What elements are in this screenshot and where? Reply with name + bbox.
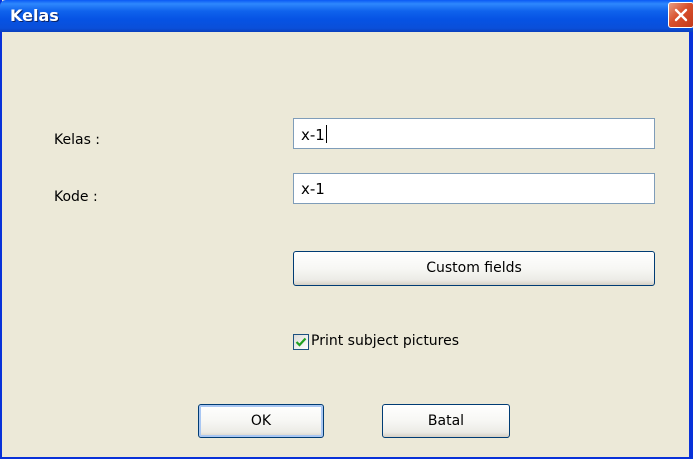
- kode-input[interactable]: x-1: [293, 173, 655, 204]
- print-pictures-label: Print subject pictures: [311, 333, 460, 349]
- kode-input-value: x-1: [301, 180, 325, 198]
- custom-fields-button[interactable]: Custom fields: [293, 251, 655, 286]
- window-title: Kelas: [10, 6, 59, 25]
- cancel-button[interactable]: Batal: [382, 404, 510, 438]
- close-button[interactable]: [668, 2, 693, 28]
- kelas-label: Kelas :: [54, 132, 101, 148]
- custom-fields-button-label: Custom fields: [426, 260, 522, 276]
- kode-label: Kode :: [54, 189, 98, 205]
- text-caret: [325, 125, 327, 143]
- print-pictures-checkbox[interactable]: [293, 334, 309, 350]
- title-bar[interactable]: Kelas: [0, 0, 693, 32]
- ok-button[interactable]: OK: [198, 404, 324, 438]
- checkmark-icon: [295, 337, 307, 347]
- kelas-input-value: x-1: [301, 126, 325, 144]
- dialog-window: Kelas Kelas : x-1 Kode : x-1 Custom fiel…: [0, 0, 693, 459]
- ok-button-label: OK: [250, 413, 272, 429]
- kelas-input[interactable]: x-1: [293, 118, 655, 149]
- cancel-button-label: Batal: [427, 413, 465, 429]
- close-icon: [674, 8, 688, 22]
